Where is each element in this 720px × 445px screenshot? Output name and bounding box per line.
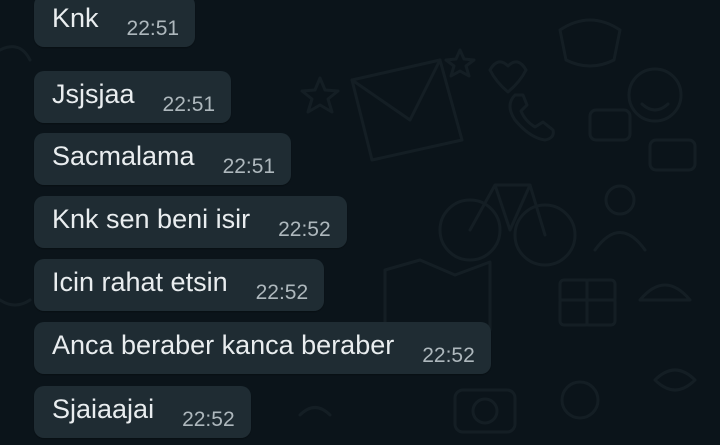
envelope-doodle — [350, 58, 464, 162]
message-timestamp: 22:52 — [278, 218, 331, 241]
circle-doodle — [560, 380, 600, 420]
message-bubble[interactable]: Knk 22:51 — [34, 0, 196, 47]
phone-doodle — [508, 93, 555, 142]
message-timestamp: 22:51 — [126, 17, 180, 40]
message-text: Sjaiaajai — [52, 393, 155, 424]
leaf-doodle — [0, 298, 32, 307]
message-text: Anca beraber kanca beraber — [52, 329, 395, 360]
heart-doodle — [488, 60, 528, 94]
android-doodle — [638, 283, 692, 302]
message-text: Knk — [52, 2, 99, 33]
message-timestamp: 22:51 — [222, 155, 276, 178]
note-doodle — [588, 108, 632, 142]
camera-lens-doodle — [471, 397, 499, 425]
message-timestamp: 22:51 — [162, 93, 216, 116]
message-bubble[interactable]: Anca beraber kanca beraber 22:52 — [34, 322, 491, 374]
smiley-mouth-doodle — [640, 102, 670, 112]
person-body-doodle — [593, 231, 647, 252]
message-text: Icin rahat etsin — [52, 266, 228, 297]
message-timestamp: 22:52 — [182, 408, 235, 431]
message-bubble[interactable]: Knk sen beni isir 22:52 — [34, 196, 347, 248]
person-head-doodle — [604, 184, 636, 216]
star-doodle — [444, 48, 476, 78]
message-bubble[interactable]: Jsjsjaa 22:51 — [34, 71, 232, 123]
bicycle-frame-doodle — [468, 183, 547, 237]
leaf-doodle — [0, 45, 32, 62]
whatsapp-doodle — [298, 406, 332, 417]
cloud-doodle — [653, 368, 697, 392]
chat-window[interactable]: Knk 22:51 Jsjsjaa 22:51 Sacmalama 22:51 … — [0, 0, 720, 445]
message-timestamp: 22:52 — [255, 281, 309, 304]
star-doodle — [300, 76, 340, 114]
message-bubble[interactable]: Sjaiaajai 22:52 — [34, 386, 251, 438]
message-bubble[interactable]: Icin rahat etsin 22:52 — [34, 259, 325, 311]
message-text: Jsjsjaa — [52, 78, 135, 109]
bff-doodle — [648, 138, 697, 172]
message-text: Knk sen beni isir — [52, 203, 251, 234]
message-bubble[interactable]: Sacmalama 22:51 — [34, 133, 292, 185]
smiley-doodle — [627, 67, 683, 123]
camera-doodle — [453, 388, 517, 434]
cup-doodle — [558, 18, 622, 68]
gift-ribbon-doodle — [558, 278, 617, 327]
message-timestamp: 22:52 — [422, 344, 475, 367]
message-text: Sacmalama — [52, 140, 195, 171]
